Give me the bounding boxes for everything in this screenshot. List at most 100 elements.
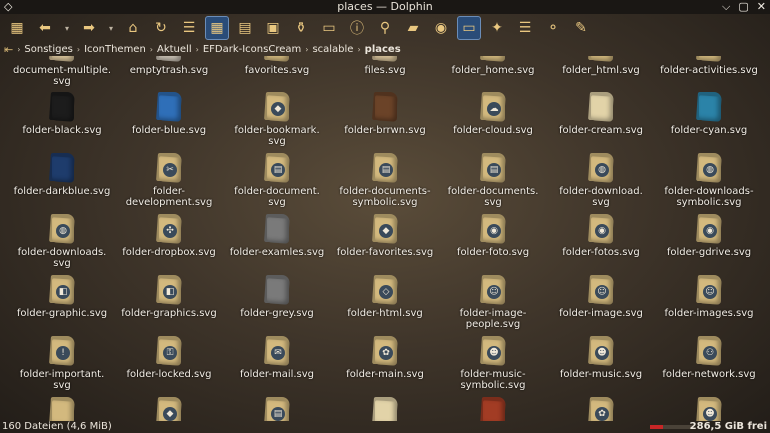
file-item[interactable]: ◇ folder-html.svg bbox=[330, 275, 440, 319]
file-item[interactable]: ☺ folder-images.svg bbox=[654, 275, 764, 319]
file-item[interactable]: files.svg bbox=[330, 56, 440, 76]
find-button[interactable]: ⚲ bbox=[373, 16, 397, 40]
forward-button[interactable]: ➡ bbox=[77, 16, 101, 40]
file-item[interactable]: ◍ folder-download. svg bbox=[546, 153, 656, 208]
file-item[interactable]: ☻ folder-music- symbolic.svg bbox=[438, 336, 548, 391]
file-item[interactable]: emptytrash.svg bbox=[114, 56, 224, 76]
file-item[interactable]: ▤ bbox=[222, 397, 332, 421]
file-item[interactable] bbox=[438, 397, 548, 421]
file-item[interactable]: ☺ folder-image- people.svg bbox=[438, 275, 548, 330]
tool-button[interactable]: ✦ bbox=[485, 16, 509, 40]
view-mode-icon: ▦ bbox=[10, 20, 24, 36]
file-item[interactable]: ✂ folder- development.svg bbox=[114, 153, 224, 208]
file-name: folder-important. svg bbox=[19, 369, 105, 391]
breadcrumb-item-efdark[interactable]: EFDark-IconsCream bbox=[203, 44, 301, 55]
file-name: folder-black.svg bbox=[22, 125, 102, 136]
back-history-icon: ▾ bbox=[64, 23, 69, 33]
file-item[interactable]: folder-darkblue.svg bbox=[7, 153, 117, 197]
file-item[interactable]: ⚇ folder-network.svg bbox=[654, 336, 764, 380]
filter-button[interactable]: ⚱ bbox=[289, 16, 313, 40]
icons-view-icon: ▦ bbox=[210, 20, 224, 36]
breadcrumb-item-places[interactable]: places bbox=[365, 44, 401, 55]
icons-view-button[interactable]: ▦ bbox=[205, 16, 229, 40]
file-item[interactable] bbox=[7, 397, 117, 421]
forward-history-button[interactable]: ▾ bbox=[105, 16, 117, 40]
file-item[interactable]: ☁ folder-cloud.svg bbox=[438, 92, 548, 136]
info-button[interactable]: ⓘ bbox=[345, 16, 369, 40]
file-item[interactable]: folder-grey.svg bbox=[222, 275, 332, 319]
find-icon: ⚲ bbox=[379, 20, 391, 36]
bulb-button[interactable]: ⚬ bbox=[541, 16, 565, 40]
folder-emblem-icon: ▤ bbox=[271, 407, 285, 421]
breadcrumb-item-iconthemen[interactable]: IconThemen bbox=[84, 44, 146, 55]
file-item[interactable]: ✉ folder-mail.svg bbox=[222, 336, 332, 380]
folder-emblem-icon: ◇ bbox=[379, 285, 393, 299]
breadcrumb-item-aktuell[interactable]: Aktuell bbox=[157, 44, 192, 55]
file-name: folder-favorites.svg bbox=[336, 247, 434, 258]
folder-icon: ✉ bbox=[263, 336, 291, 366]
file-item[interactable]: ☻ folder-music.svg bbox=[546, 336, 656, 380]
file-item[interactable]: folder-blue.svg bbox=[114, 92, 224, 136]
file-item[interactable]: document-multiple. svg bbox=[7, 56, 117, 87]
home-button[interactable]: ⌂ bbox=[121, 16, 145, 40]
file-item[interactable]: ◆ bbox=[114, 397, 224, 421]
file-item[interactable]: ✣ folder-dropbox.svg bbox=[114, 214, 224, 258]
details-view-button[interactable]: ☰ bbox=[177, 16, 201, 40]
file-item[interactable]: folder-cyan.svg bbox=[654, 92, 764, 136]
breadcrumb-item-scalable[interactable]: scalable bbox=[312, 44, 353, 55]
file-item[interactable]: folder_html.svg bbox=[546, 56, 656, 76]
back-history-button[interactable]: ▾ bbox=[61, 16, 73, 40]
file-item[interactable]: ▤ folder-document. svg bbox=[222, 153, 332, 208]
file-item[interactable]: folder-brrwn.svg bbox=[330, 92, 440, 136]
folder-icon: ▤ bbox=[263, 397, 291, 421]
file-item[interactable]: ◍ folder-downloads- symbolic.svg bbox=[654, 153, 764, 208]
folder-emblem-icon: ✉ bbox=[271, 346, 285, 360]
minimize-button[interactable]: ⌵ bbox=[722, 0, 730, 14]
back-button[interactable]: ⬅ bbox=[33, 16, 57, 40]
split-button[interactable]: ▭ bbox=[457, 16, 481, 40]
file-item[interactable]: folder-examles.svg bbox=[222, 214, 332, 258]
file-item[interactable]: ◧ folder-graphic.svg bbox=[7, 275, 117, 319]
file-item[interactable]: ▤ folder-documents- symbolic.svg bbox=[330, 153, 440, 208]
wrench-button[interactable]: ✎ bbox=[569, 16, 593, 40]
folder-icon: ! bbox=[48, 336, 76, 366]
file-item[interactable]: ◆ folder-bookmark. svg bbox=[222, 92, 332, 147]
file-item[interactable]: ◉ folder-foto.svg bbox=[438, 214, 548, 258]
file-name: folder-documents. svg bbox=[447, 186, 539, 208]
file-name: folder-activities.svg bbox=[660, 65, 758, 76]
file-item[interactable]: favorites.svg bbox=[222, 56, 332, 76]
preview-button[interactable]: ▣ bbox=[261, 16, 285, 40]
menu-button[interactable]: ☰ bbox=[513, 16, 537, 40]
new-folder-button[interactable]: ▰ bbox=[401, 16, 425, 40]
file-item[interactable]: ✿ folder-main.svg bbox=[330, 336, 440, 380]
file-item[interactable]: ☻ bbox=[654, 397, 764, 421]
breadcrumb-item-sonstiges[interactable]: Sonstiges bbox=[24, 44, 72, 55]
file-item[interactable]: ◉ folder-fotos.svg bbox=[546, 214, 656, 258]
compact-view-button[interactable]: ▤ bbox=[233, 16, 257, 40]
file-item[interactable]: ✿ bbox=[546, 397, 656, 421]
file-item[interactable]: ◆ folder-favorites.svg bbox=[330, 214, 440, 258]
file-grid[interactable]: document-multiple. svg emptytrash.svg favo… bbox=[0, 56, 770, 421]
reload-button[interactable]: ↻ bbox=[149, 16, 173, 40]
terminal-button[interactable]: ▭ bbox=[317, 16, 341, 40]
file-name: folder-html.svg bbox=[347, 308, 423, 319]
file-item[interactable] bbox=[330, 397, 440, 421]
file-item[interactable]: folder-black.svg bbox=[7, 92, 117, 136]
maximize-button[interactable]: ▢ bbox=[738, 0, 748, 14]
file-item[interactable]: ◧ folder-graphics.svg bbox=[114, 275, 224, 319]
folder-emblem-icon: ▤ bbox=[271, 163, 285, 177]
file-item[interactable]: ▤ folder-documents. svg bbox=[438, 153, 548, 208]
disk-usage-bar bbox=[650, 425, 694, 429]
breadcrumb-root-icon[interactable]: ⇤ bbox=[4, 43, 13, 56]
file-item[interactable]: ◉ folder-gdrive.svg bbox=[654, 214, 764, 258]
view-mode-button[interactable]: ▦ bbox=[5, 16, 29, 40]
file-item[interactable]: ☺ folder-image.svg bbox=[546, 275, 656, 319]
settings-button[interactable]: ◉ bbox=[429, 16, 453, 40]
file-item[interactable]: ◍ folder-downloads. svg bbox=[7, 214, 117, 269]
file-item[interactable]: folder-activities.svg bbox=[654, 56, 764, 76]
file-item[interactable]: ! folder-important. svg bbox=[7, 336, 117, 391]
file-item[interactable]: folder-cream.svg bbox=[546, 92, 656, 136]
file-item[interactable]: folder_home.svg bbox=[438, 56, 548, 76]
file-item[interactable]: ⚿ folder-locked.svg bbox=[114, 336, 224, 380]
close-button[interactable]: ✕ bbox=[757, 0, 766, 14]
